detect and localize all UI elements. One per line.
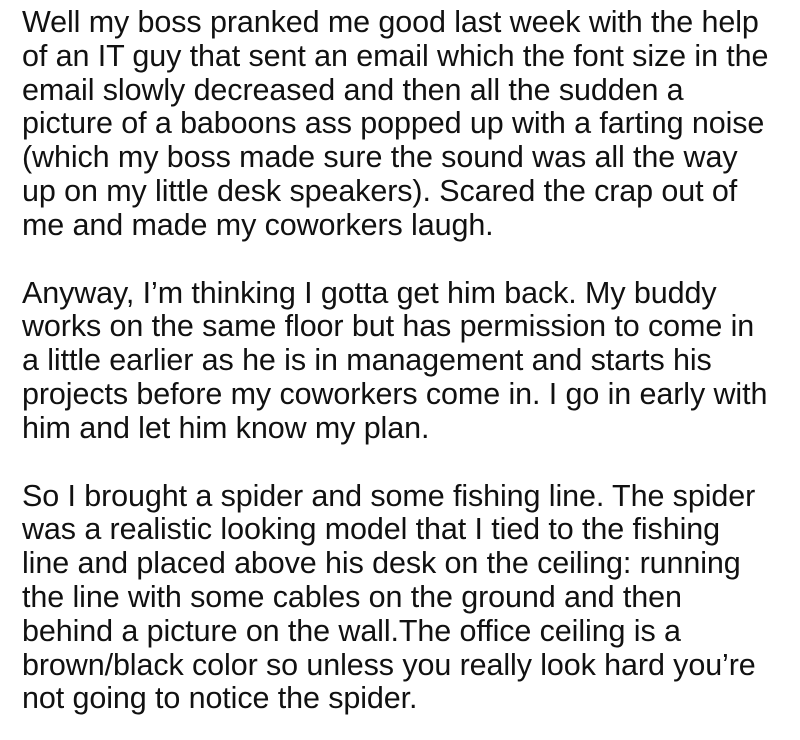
story-text: Well my boss pranked me good last week w… (22, 5, 792, 717)
text-line: Anyway, I’m thinking I gotta get him bac… (22, 275, 717, 310)
text-line: was a realistic looking model that I tie… (22, 512, 720, 547)
text-line: picture of a baboons ass popped up with … (22, 106, 765, 141)
text-line: him and let him know my plan. (22, 410, 430, 445)
paragraph-1: Well my boss pranked me good last week w… (22, 5, 792, 243)
text-line: (which my boss made sure the sound was a… (22, 140, 738, 175)
text-line: up on my little desk speakers). Scared t… (22, 173, 738, 208)
text-line: So I brought a spider and some fishing l… (22, 478, 756, 513)
text-line: brown/black color so unless you really l… (22, 647, 756, 682)
text-line: me and made my coworkers laugh. (22, 207, 494, 242)
text-line: a little earlier as he is in management … (22, 343, 712, 378)
text-line: line and placed above his desk on the ce… (22, 546, 741, 581)
paragraph-2: Anyway, I’m thinking I gotta get him bac… (22, 275, 792, 446)
text-line: Well my boss pranked me good last week w… (22, 5, 759, 39)
paragraph-3: So I brought a spider and some fishing l… (22, 478, 792, 717)
text-line: projects before my coworkers come in. I … (22, 376, 768, 411)
text-line: email slowly decreased and then all the … (22, 72, 684, 107)
text-line: not going to notice the spider. (22, 681, 418, 716)
text-line: behind a picture on the wall.The office … (22, 613, 681, 648)
text-line: of an IT guy that sent an email which th… (22, 38, 769, 73)
text-line: the line with some cables on the ground … (22, 579, 682, 614)
text-line: works on the same floor but has permissi… (22, 309, 755, 344)
